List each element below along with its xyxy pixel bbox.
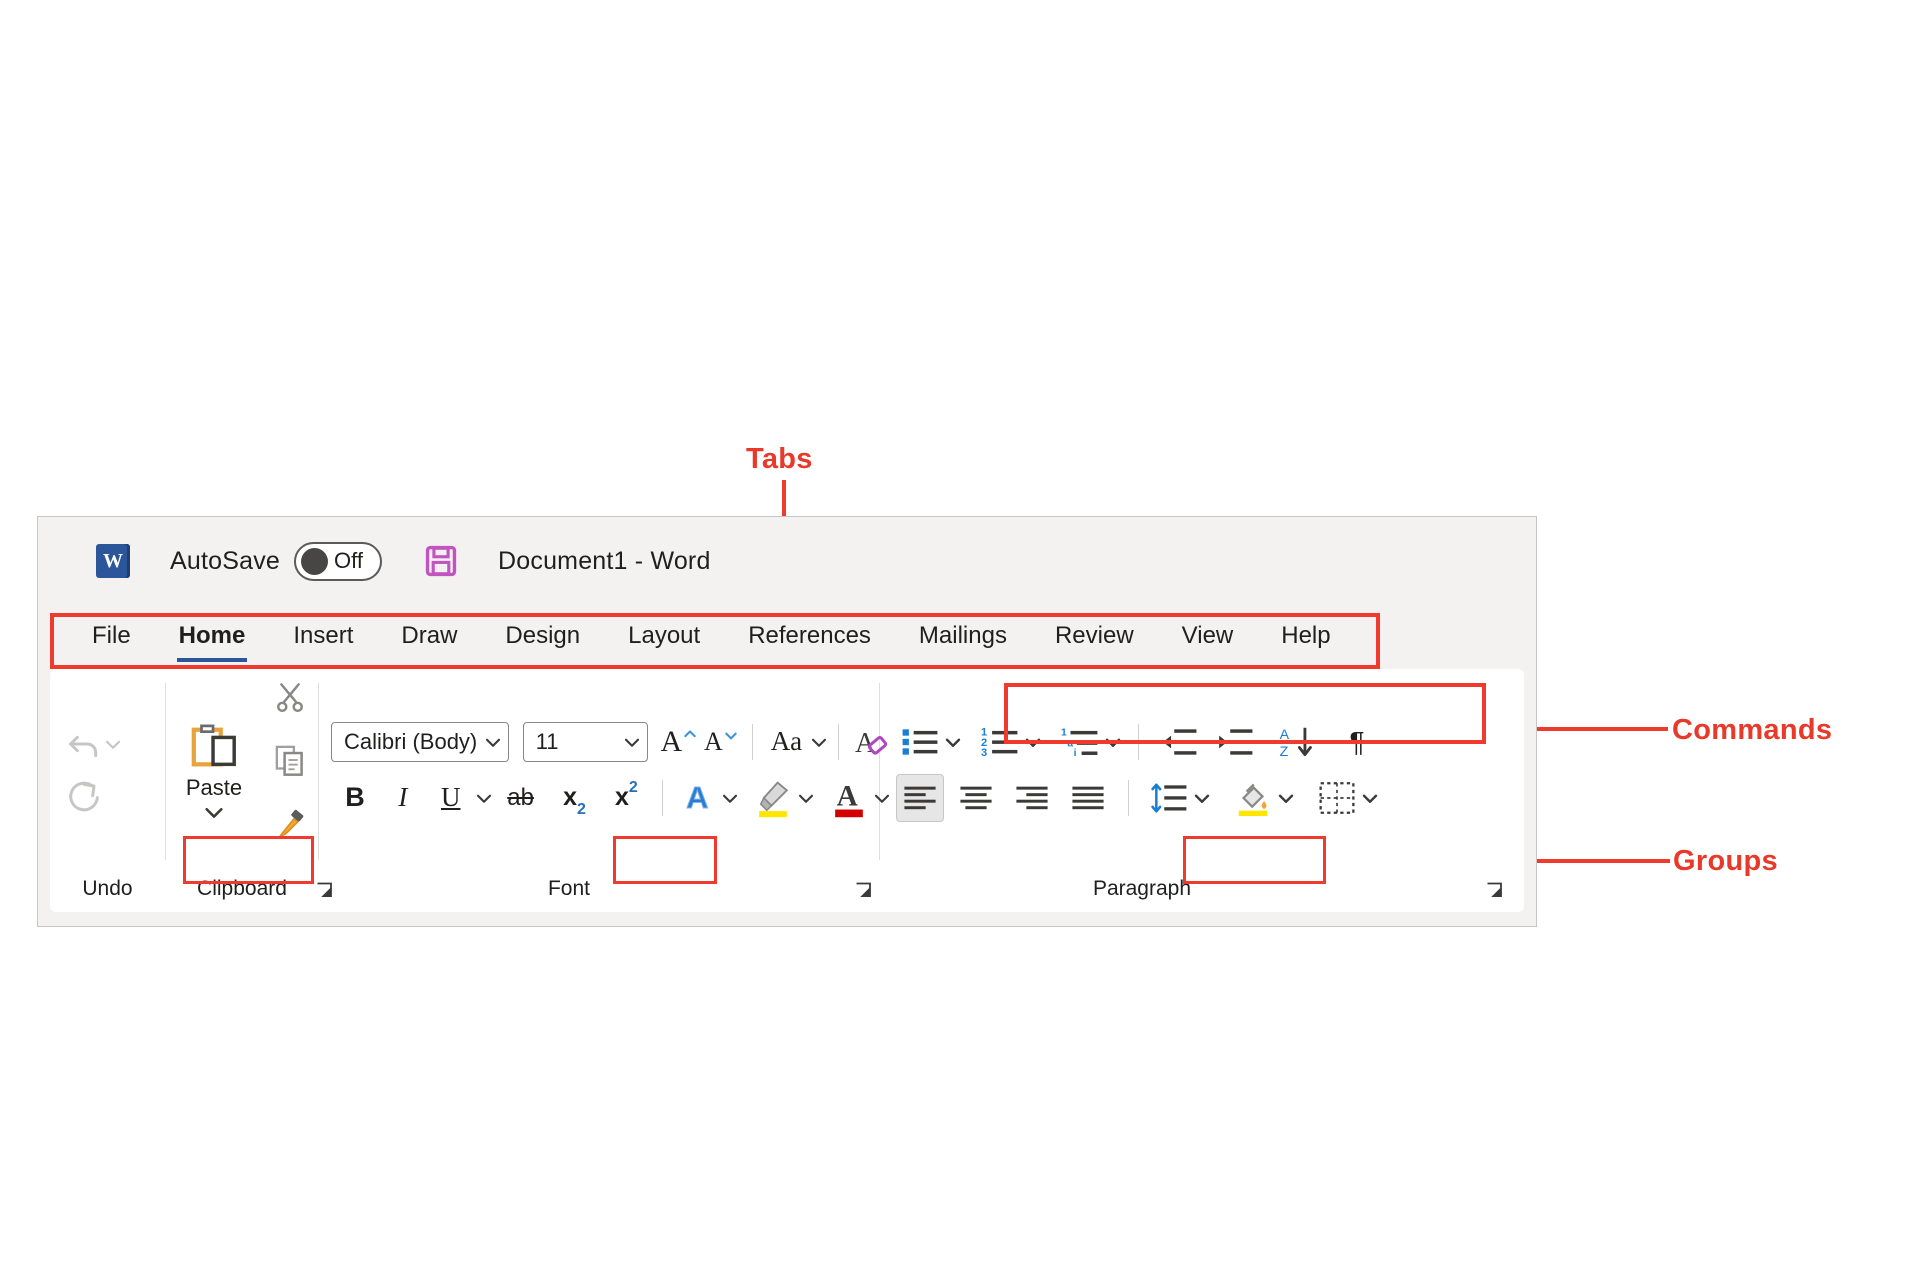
underline-chevron-down-icon[interactable] (475, 789, 493, 807)
caret-up-icon (684, 729, 696, 737)
font-dialog-launcher-icon[interactable] (855, 882, 873, 900)
group-font: Calibri (Body) 11 A A Aa A B I U ab x 2 … (319, 669, 890, 912)
group-undo-label: Undo (82, 877, 133, 900)
shading-button[interactable] (1229, 775, 1277, 821)
borders-chevron-down-icon[interactable] (1361, 789, 1379, 807)
superscript-button[interactable]: x2 (600, 775, 652, 821)
group-undo-footer: Undo (50, 866, 165, 912)
bold-glyph: B (345, 782, 365, 812)
shrink-font-button[interactable]: A (700, 719, 742, 765)
autosave-toggle[interactable]: Off (294, 541, 383, 581)
svg-text:Z: Z (1280, 744, 1289, 760)
highlight-box-clipboard-group (183, 836, 314, 884)
undo-dropdown-chevron-down-icon[interactable] (104, 735, 122, 753)
strikethrough-button[interactable]: ab (493, 775, 549, 821)
font-name-value: Calibri (Body) (344, 728, 478, 754)
align-left-button[interactable] (896, 773, 944, 822)
shading-chevron-down-icon[interactable] (1277, 789, 1295, 807)
text-highlight-color-button[interactable] (749, 775, 797, 821)
highlight-box-commands (1004, 683, 1486, 744)
italic-button[interactable]: I (379, 775, 427, 821)
title-bar: W AutoSave Off Document1 - Word (38, 517, 1536, 605)
justify-button[interactable] (1064, 775, 1112, 821)
caret-down-icon (725, 732, 737, 739)
svg-text:i: i (1074, 748, 1077, 759)
svg-text:A: A (837, 780, 858, 812)
group-undo: Undo (50, 669, 165, 912)
group-font-footer: Font (319, 866, 879, 912)
group-font-label: Font (547, 877, 591, 900)
cut-button[interactable] (273, 679, 307, 713)
save-floppy-icon[interactable] (424, 544, 458, 578)
change-case-glyph: Aa (770, 726, 803, 756)
align-center-button[interactable] (952, 775, 1000, 821)
superscript-index: 2 (628, 778, 638, 796)
font-name-chevron-down-icon[interactable] (484, 733, 502, 751)
font-size-chevron-down-icon[interactable] (623, 733, 641, 751)
document-title: Document1 - Word (498, 546, 711, 575)
align-right-button[interactable] (1008, 775, 1056, 821)
group-paragraph-label: Paragraph (1092, 877, 1192, 900)
grow-font-button[interactable]: A (658, 719, 700, 765)
subscript-glyph: x (563, 783, 577, 811)
autosave-toggle-knob (301, 547, 329, 575)
bold-button[interactable]: B (331, 775, 379, 821)
borders-button[interactable] (1313, 775, 1361, 821)
font-size-input[interactable]: 11 (522, 721, 648, 762)
superscript-glyph: x (614, 783, 629, 811)
font-size-value: 11 (535, 728, 559, 754)
paragraph-dialog-launcher-icon[interactable] (1486, 882, 1504, 900)
subscript-index: 2 (576, 800, 586, 818)
shrink-font-glyph: A (703, 726, 723, 756)
highlight-box-paragraph-group (1183, 836, 1326, 884)
change-case-button[interactable]: Aa (763, 719, 810, 765)
divider (751, 723, 753, 760)
font-name-input[interactable]: Calibri (Body) (331, 721, 509, 762)
annotation-groups-label: Groups (1673, 845, 1778, 877)
line-spacing-chevron-down-icon[interactable] (1193, 789, 1211, 807)
text-effects-button[interactable]: A (673, 775, 721, 821)
strikethrough-glyph: ab (507, 783, 534, 811)
annotation-commands-label: Commands (1672, 714, 1833, 746)
font-color-button[interactable]: A (825, 775, 873, 821)
word-logo-icon: W (96, 544, 130, 578)
undo-button[interactable] (64, 724, 104, 764)
text-highlight-chevron-down-icon[interactable] (797, 789, 815, 807)
paste-dropdown-chevron-down-icon[interactable] (203, 801, 225, 823)
highlight-box-font-group (613, 836, 717, 884)
bullets-button[interactable] (896, 719, 944, 765)
italic-glyph: I (398, 782, 408, 812)
autosave-label: AutoSave (170, 546, 281, 575)
paste-button[interactable] (186, 723, 242, 773)
annotation-tabs-label: Tabs (746, 443, 813, 475)
highlight-box-tabs (50, 613, 1380, 669)
autosave-state-label: Off (334, 548, 363, 573)
change-case-chevron-down-icon[interactable] (810, 733, 828, 751)
paste-label: Paste (185, 774, 243, 800)
subscript-button[interactable]: x2 (549, 775, 601, 821)
svg-text:3: 3 (981, 747, 987, 759)
divider (662, 779, 664, 816)
text-effects-glyph: A (686, 779, 709, 815)
underline-glyph: U (440, 782, 461, 812)
copy-button[interactable] (273, 743, 307, 777)
redo-button[interactable] (64, 776, 104, 816)
group-undo-body (50, 669, 165, 866)
line-spacing-button[interactable] (1145, 775, 1193, 821)
bullets-chevron-down-icon[interactable] (944, 733, 962, 751)
group-font-body: Calibri (Body) 11 A A Aa A B I U ab x 2 … (319, 669, 890, 866)
divider (1128, 779, 1129, 816)
divider (838, 723, 839, 760)
text-effects-chevron-down-icon[interactable] (721, 789, 739, 807)
underline-button[interactable]: U (427, 775, 475, 821)
grow-font-glyph: A (660, 724, 683, 758)
